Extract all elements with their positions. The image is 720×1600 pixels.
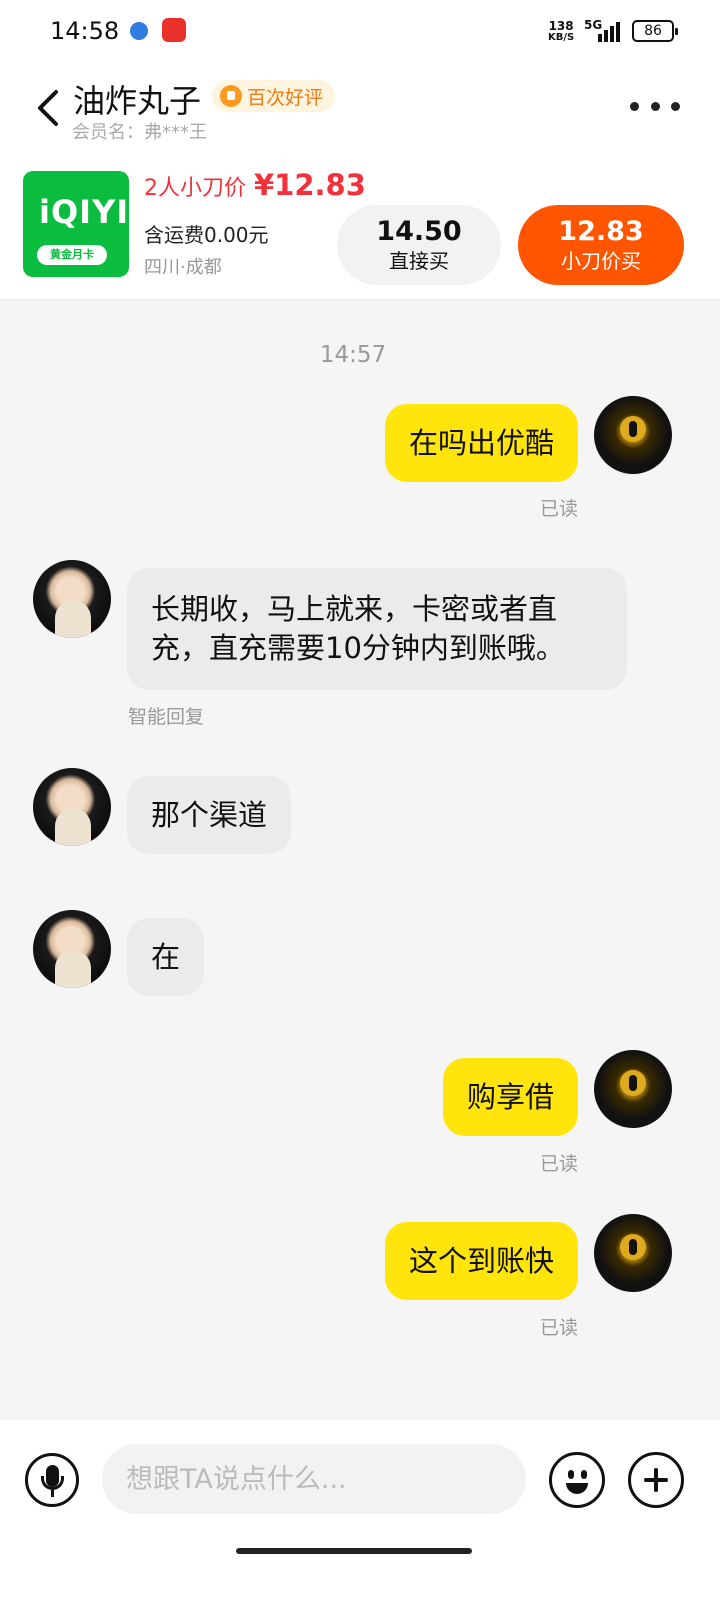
voice-input-icon[interactable] — [25, 1453, 79, 1507]
thumbs-up-icon — [220, 85, 242, 107]
chat-messages[interactable]: 14:57 在吗出优酷 已读 长期收，马上就来，卡密或者直 充，直充需要10分钟… — [0, 300, 720, 1420]
cut-price-buy-button[interactable]: 12.83 小刀价买 — [518, 205, 684, 285]
message-input[interactable] — [102, 1444, 526, 1514]
notification-app-icon — [162, 18, 186, 42]
direct-buy-price: 14.50 — [376, 216, 462, 247]
product-card[interactable]: iQIYI 黄金月卡 2人小刀价 ¥12.83 含运费0.00元 四川·成都 1… — [0, 148, 720, 300]
cut-price-value: ¥12.83 — [254, 168, 366, 202]
my-avatar[interactable] — [594, 396, 672, 474]
network-speed-unit: KB/S — [548, 32, 575, 43]
status-time: 14:58 — [50, 17, 120, 45]
read-status: 已读 — [539, 498, 578, 520]
notification-app-icon — [130, 22, 148, 40]
my-avatar[interactable] — [594, 1214, 672, 1292]
cut-price-label: 2人小刀价 — [144, 176, 246, 201]
cut-buy-label: 小刀价买 — [561, 249, 641, 273]
read-status: 已读 — [539, 1317, 578, 1339]
chat-timestamp: 14:57 — [319, 342, 387, 368]
emoji-icon[interactable] — [549, 1452, 605, 1508]
status-bar: 14:58 138 KB/S 5G 86 — [0, 0, 720, 64]
smart-reply-tag: 智能回复 — [128, 706, 205, 728]
message-input-bar — [0, 1420, 720, 1600]
network-speed-value: 138 — [548, 19, 574, 33]
product-thumbnail[interactable]: iQIYI 黄金月卡 — [23, 171, 129, 277]
message-line: 充，直充需要10分钟内到账哦。 — [151, 631, 565, 665]
battery-icon: 86 — [632, 20, 678, 42]
back-arrow-icon[interactable] — [30, 86, 66, 130]
seller-avatar[interactable] — [33, 910, 111, 988]
my-message-bubble[interactable]: 购享借 — [442, 1058, 578, 1136]
product-logo: iQIYI — [39, 193, 129, 231]
seller-name[interactable]: 油炸丸子 — [73, 76, 201, 122]
seller-message-bubble[interactable]: 长期收，马上就来，卡密或者直 充，直充需要10分钟内到账哦。 — [127, 568, 627, 690]
add-attachment-icon[interactable] — [628, 1452, 684, 1508]
read-status: 已读 — [539, 1153, 578, 1175]
chat-header: 油炸丸子 百次好评 会员名：弗***王 — [0, 64, 720, 148]
direct-buy-label: 直接买 — [389, 249, 449, 273]
seller-message-bubble[interactable]: 那个渠道 — [127, 776, 292, 854]
message-line: 长期收，马上就来，卡密或者直 — [151, 592, 558, 626]
seller-location: 四川·成都 — [144, 257, 222, 278]
direct-buy-button[interactable]: 14.50 直接买 — [337, 205, 501, 285]
cut-price-line: 2人小刀价 ¥12.83 — [144, 168, 366, 202]
network-speed: 138 KB/S — [548, 20, 574, 44]
member-name: 会员名：弗***王 — [72, 122, 207, 143]
signal-icon — [598, 22, 620, 42]
seller-avatar[interactable] — [33, 768, 111, 846]
more-options-icon[interactable] — [630, 98, 680, 114]
shipping-fee: 含运费0.00元 — [144, 223, 269, 247]
cut-buy-price: 12.83 — [558, 216, 644, 247]
product-subtitle: 黄金月卡 — [37, 245, 107, 265]
my-avatar[interactable] — [594, 1050, 672, 1128]
seller-avatar[interactable] — [33, 560, 111, 638]
my-message-bubble[interactable]: 在吗出优酷 — [384, 404, 578, 482]
seller-message-bubble[interactable]: 在 — [127, 918, 205, 996]
home-indicator[interactable] — [236, 1548, 472, 1554]
rating-badge: 百次好评 — [212, 80, 336, 112]
my-message-bubble[interactable]: 这个到账快 — [384, 1222, 578, 1300]
battery-level: 86 — [644, 23, 662, 39]
rating-badge-label: 百次好评 — [247, 86, 324, 109]
